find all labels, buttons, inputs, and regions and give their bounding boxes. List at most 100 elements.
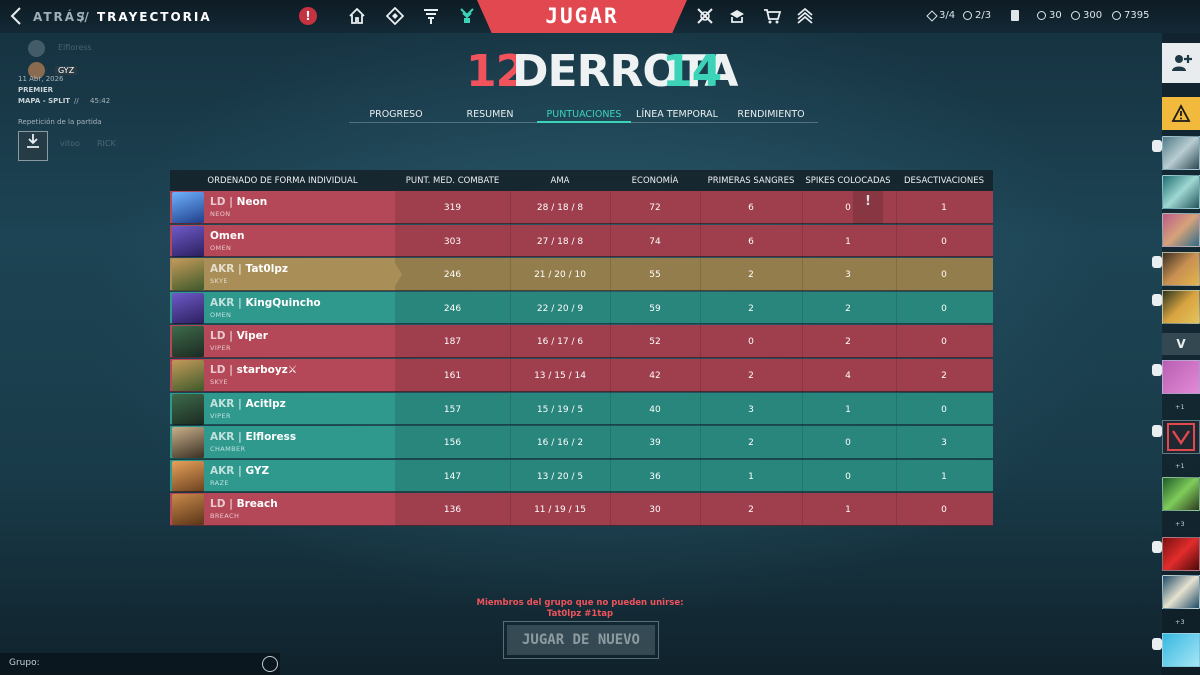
card-counter[interactable] [1011,10,1019,21]
table-header: ORDENADO DE FORMA INDIVIDUAL PUNT. MED. … [170,170,993,191]
friend-avatar[interactable] [1162,290,1200,324]
cell-kda: 11 / 19 / 15 [534,505,586,516]
player-name[interactable]: Omen [210,230,244,242]
player-name[interactable]: LD | Breach [210,498,278,510]
header-defuses[interactable]: DESACTIVACIONES [896,176,992,186]
table-row[interactable]: AKR | Tat0lpz SKYE 246 21 / 20 / 10 55 2 3 0 [170,258,993,291]
cell-plants: 4 [845,371,851,381]
cell-fb: 2 [748,270,754,281]
report-flag-icon[interactable]: ! [853,191,883,224]
table-row[interactable]: LD | Breach BREACH 136 11 / 19 / 15 30 2 1 0 [170,493,993,526]
player-name[interactable]: LD | Neon [210,196,267,208]
table-row[interactable]: AKR | Acitlpz VIPER 157 15 / 19 / 5 40 3 1 0 [170,392,993,426]
group-settings-icon[interactable] [262,656,278,672]
cell-defuses: 3 [941,438,947,449]
store-icon[interactable] [763,7,783,27]
player-name[interactable]: LD | Viper [210,330,268,342]
header-kda[interactable]: AMA [510,176,610,186]
download-icon [27,134,39,148]
player-team-tag: LD [210,330,226,343]
agent-portrait [172,393,204,425]
table-row[interactable]: AKR | GYZ RAZE 147 13 / 20 / 5 36 1 0 1 [170,459,993,493]
player-name[interactable]: AKR | Tat0lpz [210,263,288,275]
friend-avatar[interactable] [1162,537,1200,571]
player-team-tag: LD [210,364,226,376]
notification-warning-button[interactable] [1162,97,1200,130]
player-name[interactable]: AKR | Elfloress [210,431,296,443]
cell-econ: 59 [649,303,661,314]
breadcrumb-separator: // [80,10,89,24]
rank-icon[interactable] [796,7,816,27]
agent-portrait [172,360,204,391]
cell-plants: 1 [845,236,851,247]
cell-econ: 30 [649,505,661,516]
tab-linea-temporal[interactable]: LÍNEA TEMPORAL [633,109,721,120]
replay-download-button[interactable] [18,131,48,161]
friend-avatar[interactable] [1162,633,1200,667]
tag-separator: | [234,263,246,276]
cell-econ: 42 [649,371,661,381]
player-name[interactable]: AKR | GYZ [210,465,269,477]
agent-portrait [172,460,204,492]
player-agent: RAZE [210,478,229,487]
table-row[interactable]: AKR | KingQuincho OMEN 246 22 / 20 / 9 59 2 2 0 [170,291,993,325]
friend-avatar[interactable] [1162,477,1200,511]
alert-icon[interactable]: ! [299,7,317,25]
group-chat-bar[interactable] [0,653,280,675]
cell-plants: 2 [845,303,851,314]
career-icon[interactable] [422,7,442,27]
cell-defuses: 1 [941,203,947,213]
table-row[interactable]: Omen OMEN 303 27 / 18 / 8 74 6 1 0 [170,224,993,258]
player-name[interactable]: AKR | Acitlpz [210,398,286,410]
cell-acs: 187 [443,337,462,348]
lock-icon [1152,140,1162,152]
lock-icon [1152,364,1162,376]
tab-resumen[interactable]: RESUMEN [446,109,534,120]
cell-acs: 156 [443,438,462,449]
tab-rendimiento[interactable]: RENDIMIENTO [727,109,815,120]
agents-icon[interactable] [385,6,406,27]
battlepass-icon[interactable] [458,7,478,27]
header-economy[interactable]: ECONOMÍA [610,176,700,186]
play-button[interactable]: JUGAR [477,0,687,33]
collection-icon[interactable] [728,7,748,27]
header-first-bloods[interactable]: PRIMERAS SANGRES [700,176,802,186]
header-sort-individual[interactable]: ORDENADO DE FORMA INDIVIDUAL [200,176,365,186]
add-friend-button[interactable] [1162,43,1200,83]
friend-avatar[interactable] [1162,420,1200,454]
back-arrow-icon[interactable] [10,6,22,31]
back-link[interactable]: ATRÁS [33,10,87,24]
header-acs[interactable]: PUNT. MED. COMBATE [395,176,510,186]
esports-icon[interactable] [696,7,716,27]
player-nickname: KingQuincho [245,296,321,309]
lock-icon [1152,256,1162,268]
tab-puntuaciones[interactable]: PUNTUACIONES [540,109,628,120]
table-row[interactable]: LD | starboyz⚔ SKYE 161 13 / 15 / 14 42 2 4 2 [170,359,993,392]
friend-avatar[interactable] [1162,575,1200,609]
friend-avatar[interactable] [1162,136,1200,170]
upgrade-token-icon [926,9,938,22]
friend-avatar[interactable] [1162,360,1200,394]
radianite-counter: 300 [1071,10,1102,21]
lock-icon [1152,541,1162,553]
play-again-button[interactable]: JUGAR DE NUEVO [503,621,659,659]
tag-separator: | [225,498,237,511]
table-row[interactable]: AKR | Elfloress CHAMBER 156 16 / 16 / 2 39 2 0… [170,426,993,459]
home-icon[interactable] [348,7,368,27]
card-icon[interactable] [1011,10,1019,21]
table-row[interactable]: LD | Neon NEON 319 28 / 18 / 8 72 6 0 1! [170,191,993,224]
table-row[interactable]: LD | Viper VIPER 187 16 / 17 / 6 52 0 2 0 [170,325,993,358]
friend-avatar[interactable] [1162,175,1200,209]
valorant-logo-icon: V [1162,333,1200,355]
header-plants[interactable]: SPIKES COLOCADAS [802,176,894,186]
match-date: 11 Abr, 2026 [18,75,64,83]
player-name[interactable]: AKR | KingQuincho [210,297,321,309]
friend-avatar[interactable] [1162,213,1200,247]
player-name[interactable]: LD | starboyz⚔ [210,364,297,376]
cell-kda: 13 / 20 / 5 [536,471,584,482]
row-divider [170,356,993,358]
tab-progreso[interactable]: PROGRESO [352,109,440,120]
friend-avatar[interactable] [1162,252,1200,286]
tag-separator: | [234,296,246,309]
agent-portrait [172,326,204,358]
